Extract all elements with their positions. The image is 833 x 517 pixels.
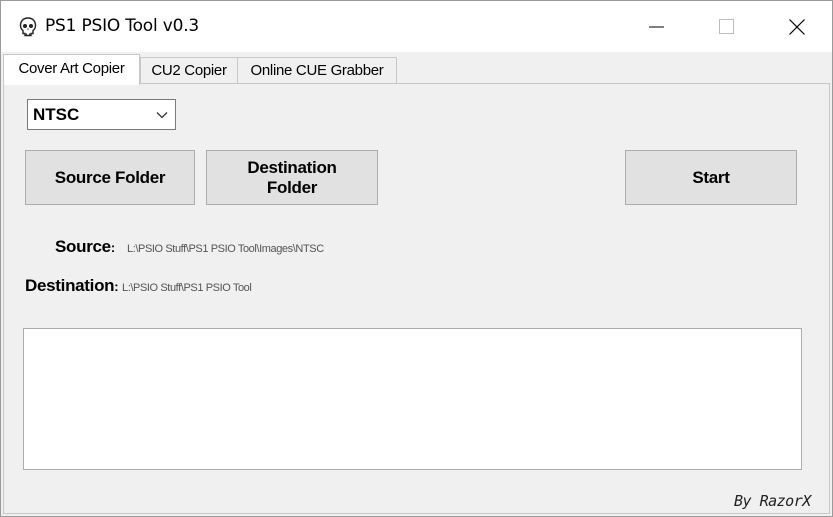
source-folder-button[interactable]: Source Folder	[25, 150, 195, 205]
destination-button-label-line2: Folder	[266, 177, 318, 197]
author-credit: By RazorX	[734, 492, 811, 510]
destination-folder-button[interactable]: Destination Folder	[206, 150, 378, 205]
tab-cu2-copier[interactable]: CU2 Copier	[140, 57, 238, 83]
maximize-button[interactable]	[692, 1, 762, 52]
tab-cover-art-copier[interactable]: Cover Art Copier	[3, 54, 140, 85]
minimize-button[interactable]	[622, 1, 692, 52]
log-output-box[interactable]	[23, 328, 802, 470]
chevron-down-icon	[156, 112, 168, 119]
title-bar[interactable]: PS1 PSIO Tool v0.3	[1, 1, 832, 52]
maximize-icon	[719, 19, 734, 34]
start-button-label: Start	[692, 167, 730, 187]
tab-online-cue-grabber[interactable]: Online CUE Grabber	[237, 57, 397, 83]
region-selected-value: NTSC	[33, 105, 80, 124]
source-label: Source:	[55, 237, 115, 256]
source-path: L:\PSIO Stuff\PS1 PSIO Tool\Images\NTSC	[127, 243, 324, 255]
source-folder-button-label: Source Folder	[54, 167, 166, 187]
close-icon	[789, 19, 805, 35]
minimize-icon	[649, 26, 664, 28]
start-button[interactable]: Start	[625, 150, 797, 205]
skull-icon	[19, 17, 37, 37]
region-dropdown[interactable]: NTSC	[27, 99, 176, 130]
destination-button-label-line1: Destination	[247, 157, 337, 177]
destination-label: Destination:	[25, 276, 119, 295]
window-title: PS1 PSIO Tool v0.3	[45, 16, 200, 36]
destination-path: L:\PSIO Stuff\PS1 PSIO Tool	[122, 282, 252, 294]
close-button[interactable]	[762, 1, 832, 52]
app-window: PS1 PSIO Tool v0.3 Cover Art Copier CU2 …	[0, 0, 833, 517]
